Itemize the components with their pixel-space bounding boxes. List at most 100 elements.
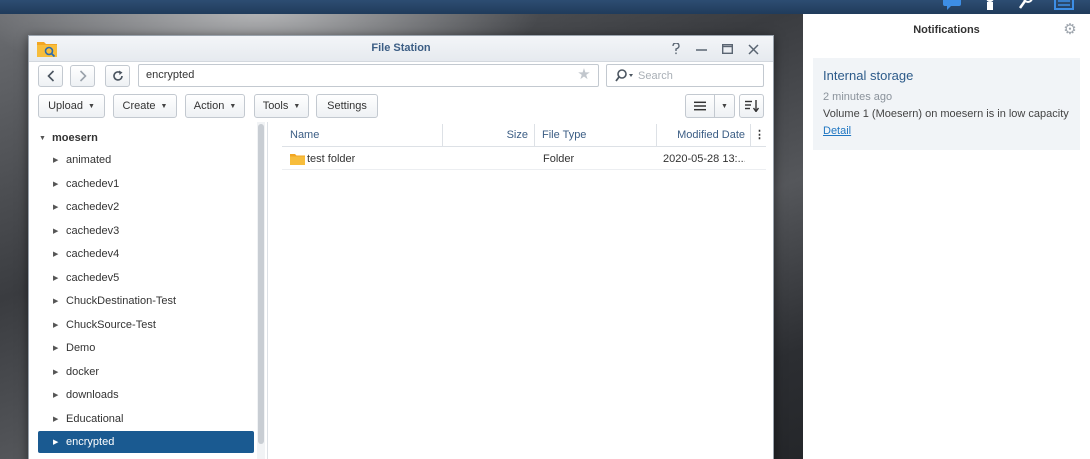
expanded-caret-icon[interactable]: ▼ xyxy=(39,135,52,142)
path-input[interactable]: encrypted xyxy=(138,64,599,87)
folder-tree: ▼ moesern ▶ animated ▶ cachedev1 ▶ cachedev… xyxy=(29,122,267,459)
tree-item[interactable]: ▶ cachedev5 xyxy=(38,267,254,289)
star-icon[interactable]: ★ xyxy=(575,66,593,84)
collapsed-caret-icon[interactable]: ▶ xyxy=(53,438,66,446)
chevron-down-icon: ▼ xyxy=(721,102,728,110)
tree-item[interactable]: ▶ cachedev2 xyxy=(38,196,254,218)
tree-item-label: animated xyxy=(66,154,112,166)
tree-root[interactable]: ▼ moesern xyxy=(39,130,98,146)
tree-item-label: downloads xyxy=(66,389,119,401)
tree-item[interactable]: ▶ downloads xyxy=(38,384,254,406)
help-icon[interactable] xyxy=(665,39,687,59)
refresh-icon xyxy=(112,70,123,81)
create-button[interactable]: Create ▼ xyxy=(113,94,177,118)
settings-label: Settings xyxy=(327,100,367,112)
refresh-button[interactable] xyxy=(105,65,130,87)
tree-item[interactable]: ▶ cachedev1 xyxy=(38,173,254,195)
tree-item-label: cachedev4 xyxy=(66,248,120,260)
notification-chat-icon[interactable] xyxy=(942,0,962,12)
view-mode-button[interactable] xyxy=(685,94,715,118)
sort-button[interactable] xyxy=(739,94,764,118)
column-separator[interactable] xyxy=(534,124,535,147)
search-input[interactable] xyxy=(638,68,758,84)
close-icon[interactable] xyxy=(742,39,764,59)
action-button[interactable]: Action ▼ xyxy=(185,94,245,118)
tree-item-label: Educational xyxy=(66,413,124,425)
user-icon[interactable] xyxy=(980,0,1000,12)
collapsed-caret-icon[interactable]: ▶ xyxy=(53,227,66,235)
taskbar xyxy=(0,0,1090,14)
chevron-right-icon xyxy=(79,70,87,82)
collapsed-caret-icon[interactable]: ▶ xyxy=(53,250,66,258)
notification-message: Volume 1 (Moesern) on moesern is in low … xyxy=(823,108,1069,120)
file-modified-cell: 2020-05-28 13:... xyxy=(663,153,745,165)
maximize-icon[interactable] xyxy=(716,39,738,59)
tree-item-selected[interactable]: ▶ encrypted xyxy=(38,431,254,453)
notification-panel-title: Notifications xyxy=(913,24,980,36)
tree-item[interactable]: ▶ animated xyxy=(38,149,254,171)
column-header-name[interactable]: Name xyxy=(290,124,319,147)
collapsed-caret-icon[interactable]: ▶ xyxy=(53,368,66,376)
tree-item-label: ChuckDestination-Test xyxy=(66,295,177,307)
panel-splitter[interactable] xyxy=(267,122,268,459)
collapsed-caret-icon[interactable]: ▶ xyxy=(53,203,66,211)
gear-icon[interactable]: ⚙ xyxy=(1061,21,1079,39)
tree-item[interactable]: ▶ cachedev4 xyxy=(38,243,254,265)
chevron-down-icon: ▼ xyxy=(87,102,95,110)
sort-icon xyxy=(744,100,759,112)
tools-button[interactable]: Tools ▼ xyxy=(254,94,309,118)
collapsed-caret-icon[interactable]: ▶ xyxy=(53,391,66,399)
tree-item[interactable]: ▶ ChuckSource-Test xyxy=(38,314,254,336)
column-separator[interactable] xyxy=(750,124,751,147)
chevron-down-icon: ▼ xyxy=(293,102,301,110)
notification-detail-link[interactable]: Detail xyxy=(823,125,851,137)
upload-button[interactable]: Upload ▼ xyxy=(38,94,105,118)
forward-button[interactable] xyxy=(70,65,95,87)
tree-item-label: cachedev5 xyxy=(66,272,120,284)
settings-button[interactable]: Settings xyxy=(316,94,378,118)
tree-item[interactable]: ▶ cachedev3 xyxy=(38,220,254,242)
file-list-header: Name Size File Type Modified Date ⋮ xyxy=(282,124,766,147)
window-titlebar[interactable]: File Station xyxy=(29,36,773,62)
file-name-cell[interactable]: test folder xyxy=(307,148,355,170)
tree-item-label: Demo xyxy=(66,342,96,354)
column-options-icon[interactable]: ⋮ xyxy=(754,124,765,147)
collapsed-caret-icon[interactable]: ▶ xyxy=(53,180,66,188)
collapsed-caret-icon[interactable]: ▶ xyxy=(53,297,66,305)
notification-heading: Internal storage xyxy=(823,68,914,83)
scrollbar-thumb[interactable] xyxy=(258,124,264,444)
file-station-window: File Station encrypted ★ Upload ▼ Create ▼ xyxy=(28,35,774,459)
collapsed-caret-icon[interactable]: ▶ xyxy=(53,344,66,352)
collapsed-caret-icon[interactable]: ▶ xyxy=(53,321,66,329)
tree-item[interactable]: ▶ Educational xyxy=(38,408,254,430)
file-row[interactable]: test folder Folder 2020-05-28 13:... xyxy=(282,148,766,170)
tree-item-label: cachedev1 xyxy=(66,178,120,190)
upload-label: Upload xyxy=(48,100,83,112)
collapsed-caret-icon[interactable]: ▶ xyxy=(53,274,66,282)
tree-item[interactable]: ▶ docker xyxy=(38,361,254,383)
search-icon[interactable] xyxy=(1016,0,1036,12)
column-header-modified-date[interactable]: Modified Date xyxy=(656,124,745,147)
column-header-size[interactable]: Size xyxy=(442,124,528,147)
list-view-icon xyxy=(694,101,706,111)
minimize-icon[interactable] xyxy=(690,39,712,59)
chevron-down-icon: ▼ xyxy=(229,102,237,110)
folder-icon xyxy=(290,153,305,165)
column-header-file-type[interactable]: File Type xyxy=(542,124,586,147)
chevron-left-icon xyxy=(46,70,54,82)
tree-item[interactable]: ▶ ChuckDestination-Test xyxy=(38,290,254,312)
chevron-down-icon: ▼ xyxy=(160,102,168,110)
tree-root-label: moesern xyxy=(52,132,98,144)
back-button[interactable] xyxy=(38,65,63,87)
notification-panel: Notifications ⚙ Internal storage 2 minut… xyxy=(803,14,1090,459)
search-box[interactable] xyxy=(606,64,764,87)
sidebar-scrollbar[interactable] xyxy=(257,122,265,459)
collapsed-caret-icon[interactable]: ▶ xyxy=(53,415,66,423)
collapsed-caret-icon[interactable]: ▶ xyxy=(53,156,66,164)
widgets-icon[interactable] xyxy=(1054,0,1074,12)
notification-item[interactable]: Internal storage 2 minutes ago Volume 1 … xyxy=(813,58,1080,150)
search-icon[interactable] xyxy=(614,68,636,84)
tree-item[interactable]: ▶ Demo xyxy=(38,337,254,359)
create-label: Create xyxy=(122,100,156,112)
view-mode-dropdown[interactable]: ▼ xyxy=(715,94,735,118)
